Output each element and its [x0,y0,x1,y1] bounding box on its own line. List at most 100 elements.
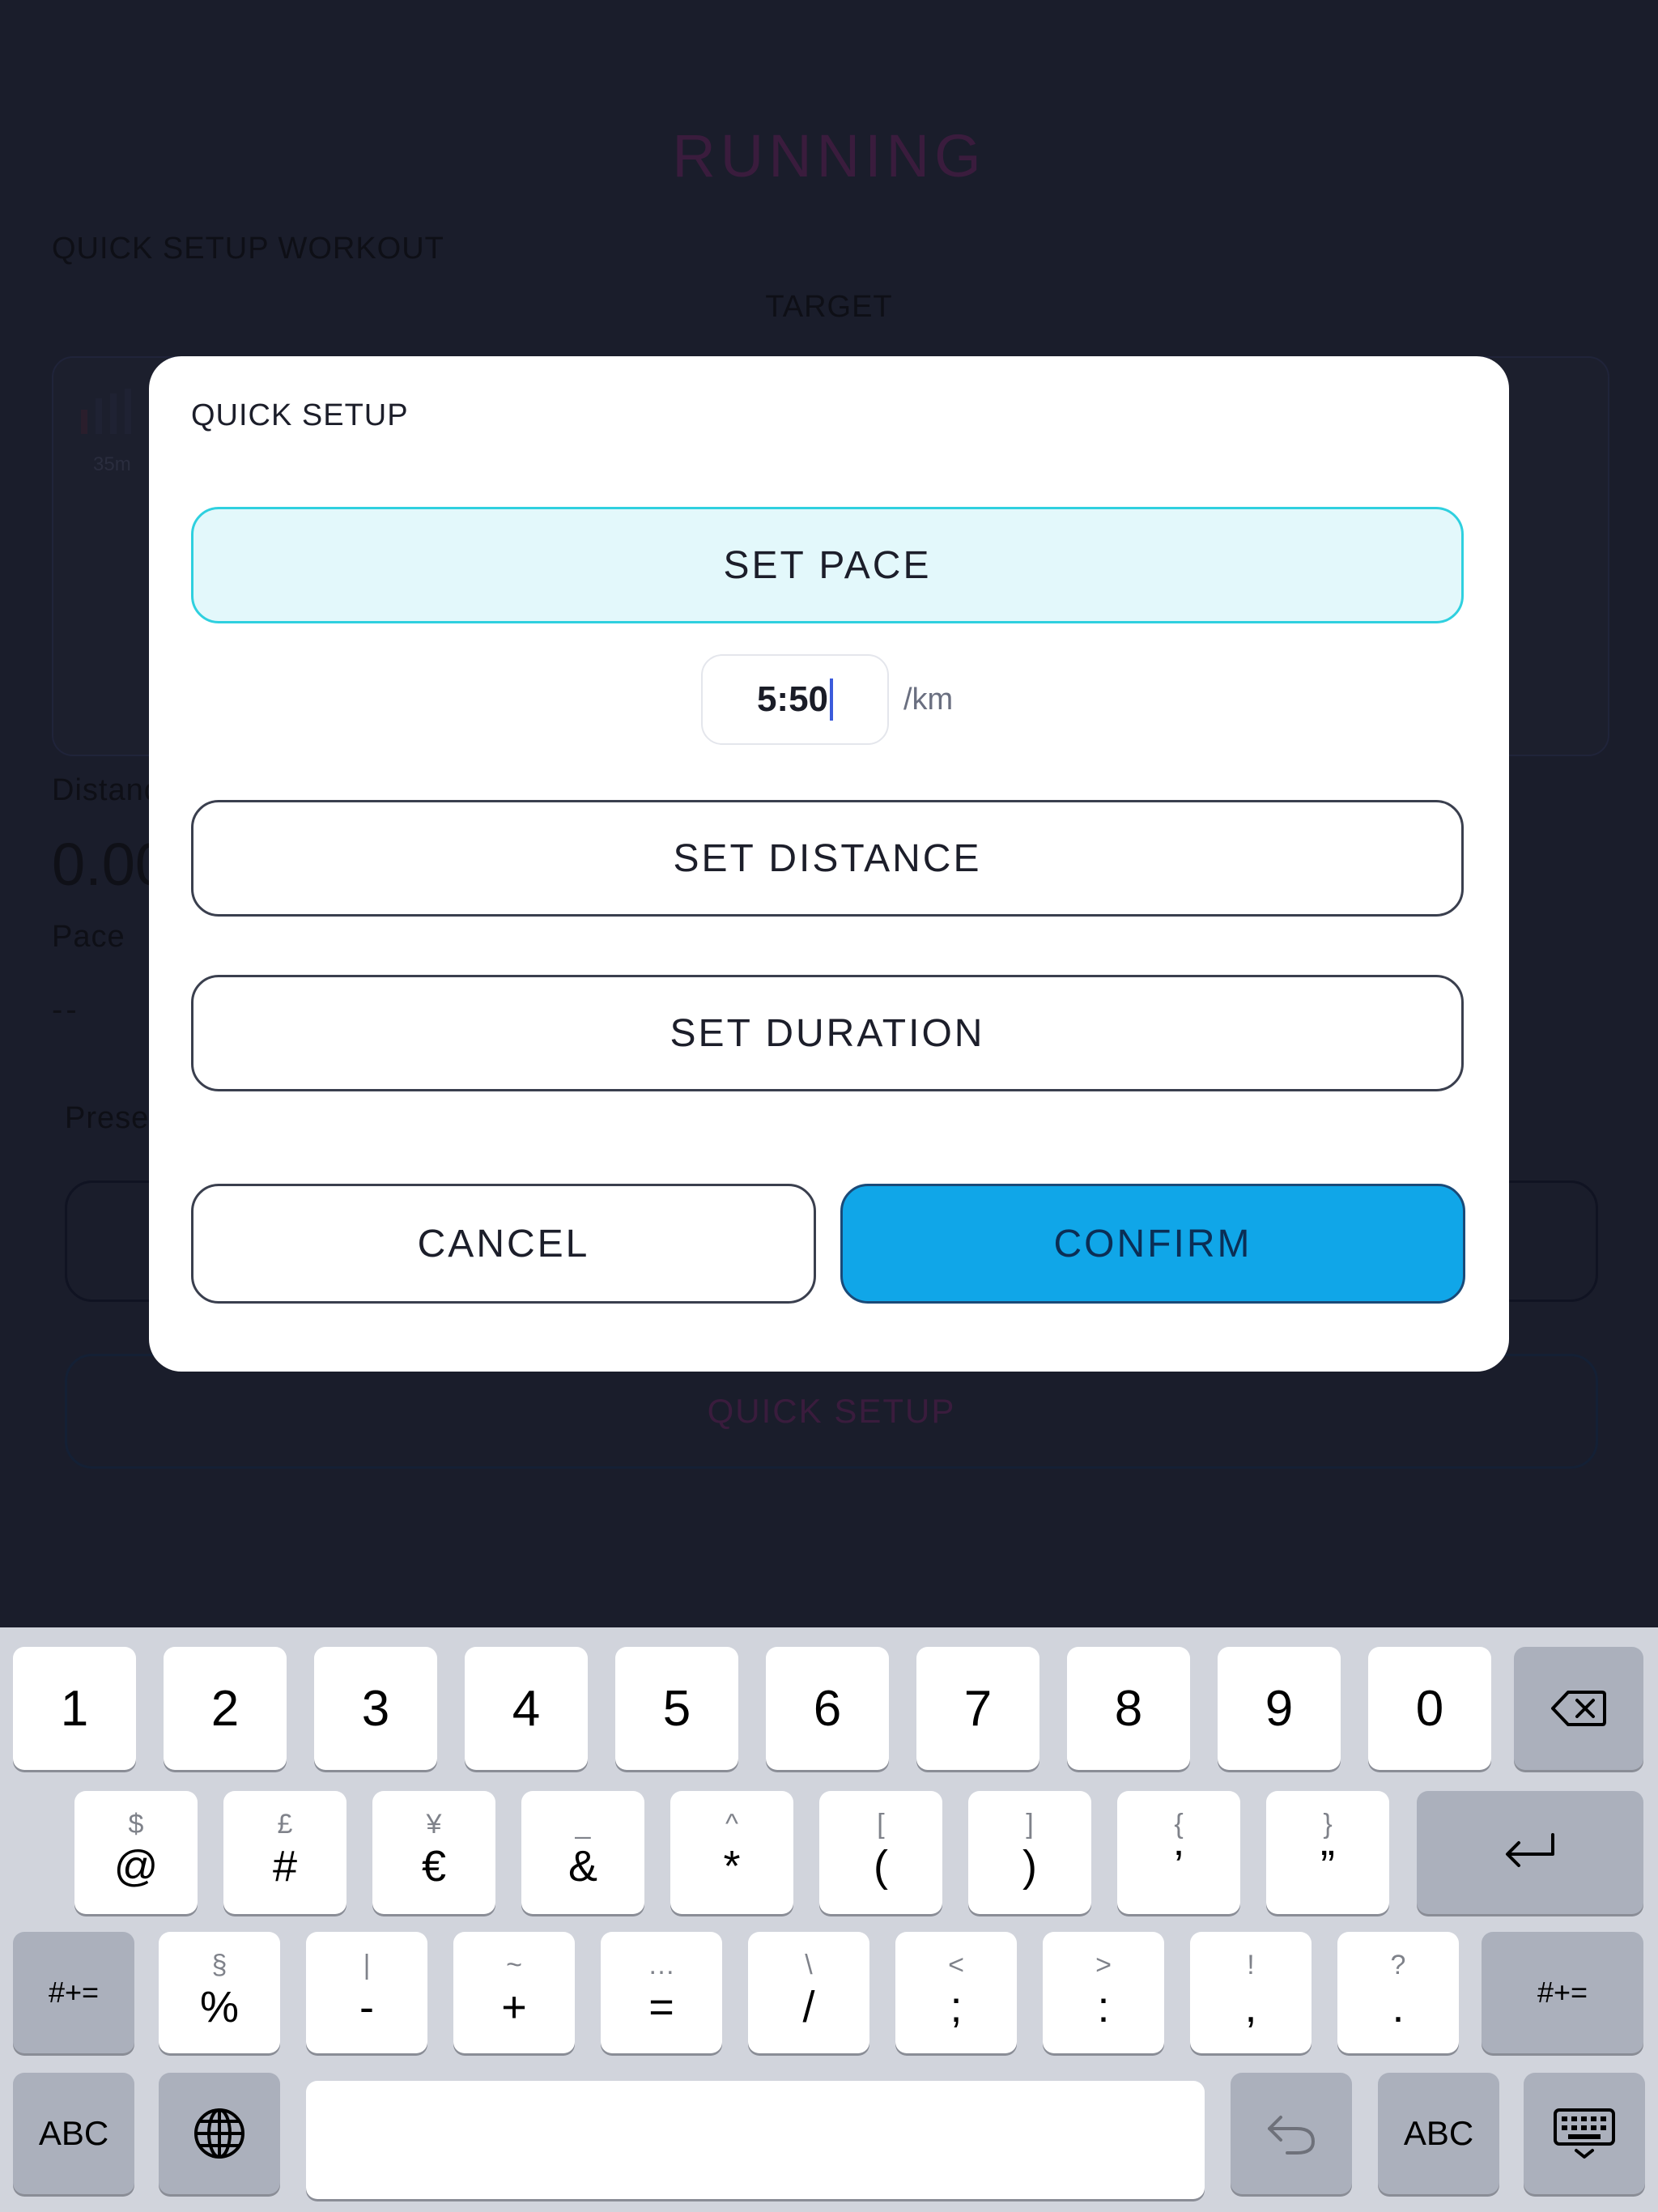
presets-label: Preset [65,1101,159,1135]
set-distance-button[interactable]: SET DISTANCE [191,800,1464,917]
key-7[interactable]: 7 [916,1647,1039,1770]
cancel-button[interactable]: CANCEL [191,1184,816,1304]
symbol-key-r3-0[interactable]: §% [159,1932,280,2053]
symbol-key-r3-4-label: / [802,1983,815,2031]
text-caret [830,678,834,721]
symbol-key-r3-3-alt-label: … [648,1950,675,1980]
symbol-key-r2-1-alt-label: £ [277,1809,293,1840]
key-4-label: 4 [512,1680,541,1737]
key-6-label: 6 [813,1680,842,1737]
symbol-key-r3-1[interactable]: | - [306,1932,427,2053]
symbol-key-r2-8-label: ” [1320,1842,1335,1891]
key-4[interactable]: 4 [465,1647,588,1770]
symbol-key-r3-0-alt-label: § [211,1950,227,1980]
symbol-key-r2-4-label: * [723,1842,741,1891]
symbol-key-r2-5-alt-label: [ [877,1809,885,1840]
delete-key[interactable] [1514,1647,1643,1770]
symbol-key-r2-2[interactable]: ¥ € [372,1791,495,1914]
key-8-label: 8 [1114,1680,1143,1737]
symbol-key-r3-2[interactable]: ~ + [453,1932,575,2053]
symbol-key-r3-7[interactable]: !, [1190,1932,1312,2053]
symbol-key-r3-8-alt-label: ? [1390,1950,1406,1980]
key-3[interactable]: 3 [314,1647,437,1770]
chart-bars [81,389,131,434]
symbol-key-r2-3-alt-label: _ [575,1809,591,1840]
symbol-key-r3-5-label: ; [950,1983,963,2031]
symbol-key-r2-7-label: ’ [1174,1842,1184,1891]
symbol-key-r3-4-alt-label: \ [805,1950,813,1980]
confirm-button[interactable]: CONFIRM [840,1184,1465,1304]
symbol-key-r2-8-alt-label: } [1323,1809,1333,1840]
distance-label: Distanc [52,773,160,807]
symbol-key-r3-3-label: = [648,1983,674,2031]
key-9[interactable]: 9 [1218,1647,1341,1770]
abc-key-right[interactable]: ABC [1378,2073,1499,2194]
symbol-key-r2-4-alt-label: ^ [725,1809,738,1840]
symbols-toggle-left[interactable]: #+= [13,1932,134,2053]
abc-key-right-label: ABC [1403,2114,1474,2152]
set-pace-button[interactable]: SET PACE [191,507,1464,623]
symbol-key-r2-6-label: ) [1022,1842,1037,1891]
key-0[interactable]: 0 [1368,1647,1491,1770]
symbol-key-r3-2-label: + [501,1983,527,2031]
symbol-key-r3-5[interactable]: <; [895,1932,1017,2053]
return-icon [1506,1833,1554,1867]
symbol-key-r2-1[interactable]: £ # [223,1791,346,1914]
symbols-toggle-right[interactable]: #+= [1482,1932,1643,2053]
quick-setup-workout-label: QUICK SETUP WORKOUT [52,232,444,266]
keyboard-dismiss-key[interactable] [1524,2073,1645,2194]
symbol-key-r3-4[interactable]: \ / [748,1932,869,2053]
pace-input[interactable]: 5:50 [701,654,889,745]
undo-key[interactable] [1231,2073,1352,2194]
symbol-key-r3-8[interactable]: ?. [1337,1932,1459,2053]
key-6[interactable]: 6 [766,1647,889,1770]
set-duration-button[interactable]: SET DURATION [191,975,1464,1091]
symbol-key-r3-3[interactable]: … = [601,1932,722,2053]
symbols-toggle-left-label: #+= [48,1976,100,2009]
key-8[interactable]: 8 [1067,1647,1190,1770]
pace-label: Pace [52,920,125,954]
key-5[interactable]: 5 [615,1647,738,1770]
symbol-key-r3-6[interactable]: >: [1043,1932,1164,2053]
pace-value: -- [52,992,80,1027]
keyboard-dismiss-icon [1554,2108,1615,2159]
pace-input-row: 5:50 /km [701,654,953,745]
symbol-key-r3-2-alt-label: ~ [506,1950,522,1980]
pace-unit-label: /km [903,682,954,717]
symbol-key-r2-0-alt-label: $ [128,1809,144,1840]
globe-icon [194,2108,244,2159]
symbol-key-r3-6-label: : [1097,1983,1110,2031]
key-3-label: 3 [361,1680,390,1737]
symbol-key-r2-7[interactable]: {’ [1117,1791,1240,1914]
symbol-key-r3-8-label: . [1392,1983,1405,2031]
symbol-key-r2-5[interactable]: [( [819,1791,942,1914]
pace-input-value: 5:50 [756,679,829,719]
abc-key-left-label: ABC [38,2114,109,2152]
dialog-title: QUICK SETUP [191,398,409,432]
symbol-key-r2-6[interactable]: ]) [968,1791,1091,1914]
symbol-key-r2-6-alt-label: ] [1026,1809,1034,1840]
symbol-key-r3-1-alt-label: | [363,1950,371,1980]
globe-key[interactable] [159,2073,280,2194]
symbol-key-r2-1-label: # [272,1842,298,1891]
symbol-key-r2-4[interactable]: ^ * [670,1791,793,1914]
symbol-key-r2-8[interactable]: }” [1266,1791,1389,1914]
abc-key-left[interactable]: ABC [13,2073,134,2194]
symbol-key-r3-5-alt-label: < [948,1950,964,1980]
chart-tick-label: 35m [93,453,131,475]
key-2[interactable]: 2 [164,1647,287,1770]
symbol-key-r2-5-label: ( [874,1842,888,1891]
quick-setup-dialog: QUICK SETUP SET PACE 5:50 /km SET DISTAN… [149,356,1509,1372]
on-screen-keyboard: #+= #+= ABC ABC 1 2 3 4 5 6 7 8 9 0 $ @ … [0,1627,1658,2212]
symbol-key-r3-7-label: , [1244,1983,1257,2031]
key-1[interactable]: 1 [13,1647,136,1770]
symbol-key-r2-3[interactable]: _ & [521,1791,644,1914]
key-2-label: 2 [210,1680,240,1737]
symbol-key-r2-0-label: @ [113,1842,159,1891]
symbol-key-r2-3-label: & [568,1842,598,1891]
space-bar[interactable] [306,2081,1205,2199]
key-9-label: 9 [1265,1680,1294,1737]
symbol-key-r2-0[interactable]: $ @ [74,1791,198,1914]
target-label: TARGET [765,290,893,324]
return-key[interactable] [1417,1791,1643,1914]
